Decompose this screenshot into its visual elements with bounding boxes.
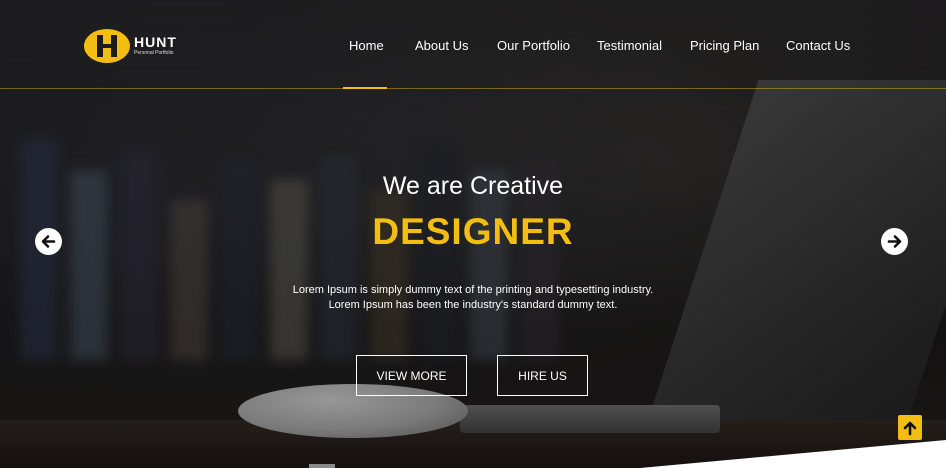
view-more-button[interactable]: VIEW MORE xyxy=(356,355,467,396)
site-logo[interactable]: HUNT Personal Portfolio xyxy=(84,29,177,63)
slider-next-button[interactable] xyxy=(881,228,908,255)
hero-description: Lorem Ipsum is simply dummy text of the … xyxy=(292,284,654,311)
hero-headline: We are Creative xyxy=(382,172,564,200)
nav-item-testimonial[interactable]: Testimonial xyxy=(597,38,662,53)
logo-icon xyxy=(84,29,130,63)
nav-item-about-us[interactable]: About Us xyxy=(415,38,468,53)
nav-item-contact-us[interactable]: Contact Us xyxy=(786,38,850,53)
scroll-to-top-button[interactable] xyxy=(898,415,922,440)
hire-us-button[interactable]: HIRE US xyxy=(497,355,588,396)
header-divider xyxy=(0,88,946,89)
arrow-up-icon xyxy=(903,421,917,435)
slider-indicator[interactable] xyxy=(309,464,335,468)
nav-item-our-portfolio[interactable]: Our Portfolio xyxy=(497,38,570,53)
logo-subtitle: Personal Portfolio xyxy=(134,50,174,56)
nav-item-pricing-plan[interactable]: Pricing Plan xyxy=(690,38,759,53)
logo-title: HUNT xyxy=(134,34,177,50)
arrow-left-icon xyxy=(41,235,56,248)
hero-headline-strong: DESIGNER xyxy=(372,211,574,252)
nav-active-indicator xyxy=(343,87,387,89)
bottom-white-wedge xyxy=(640,440,946,468)
slider-prev-button[interactable] xyxy=(35,228,62,255)
arrow-right-icon xyxy=(887,235,902,248)
nav-item-home[interactable]: Home xyxy=(349,38,384,53)
